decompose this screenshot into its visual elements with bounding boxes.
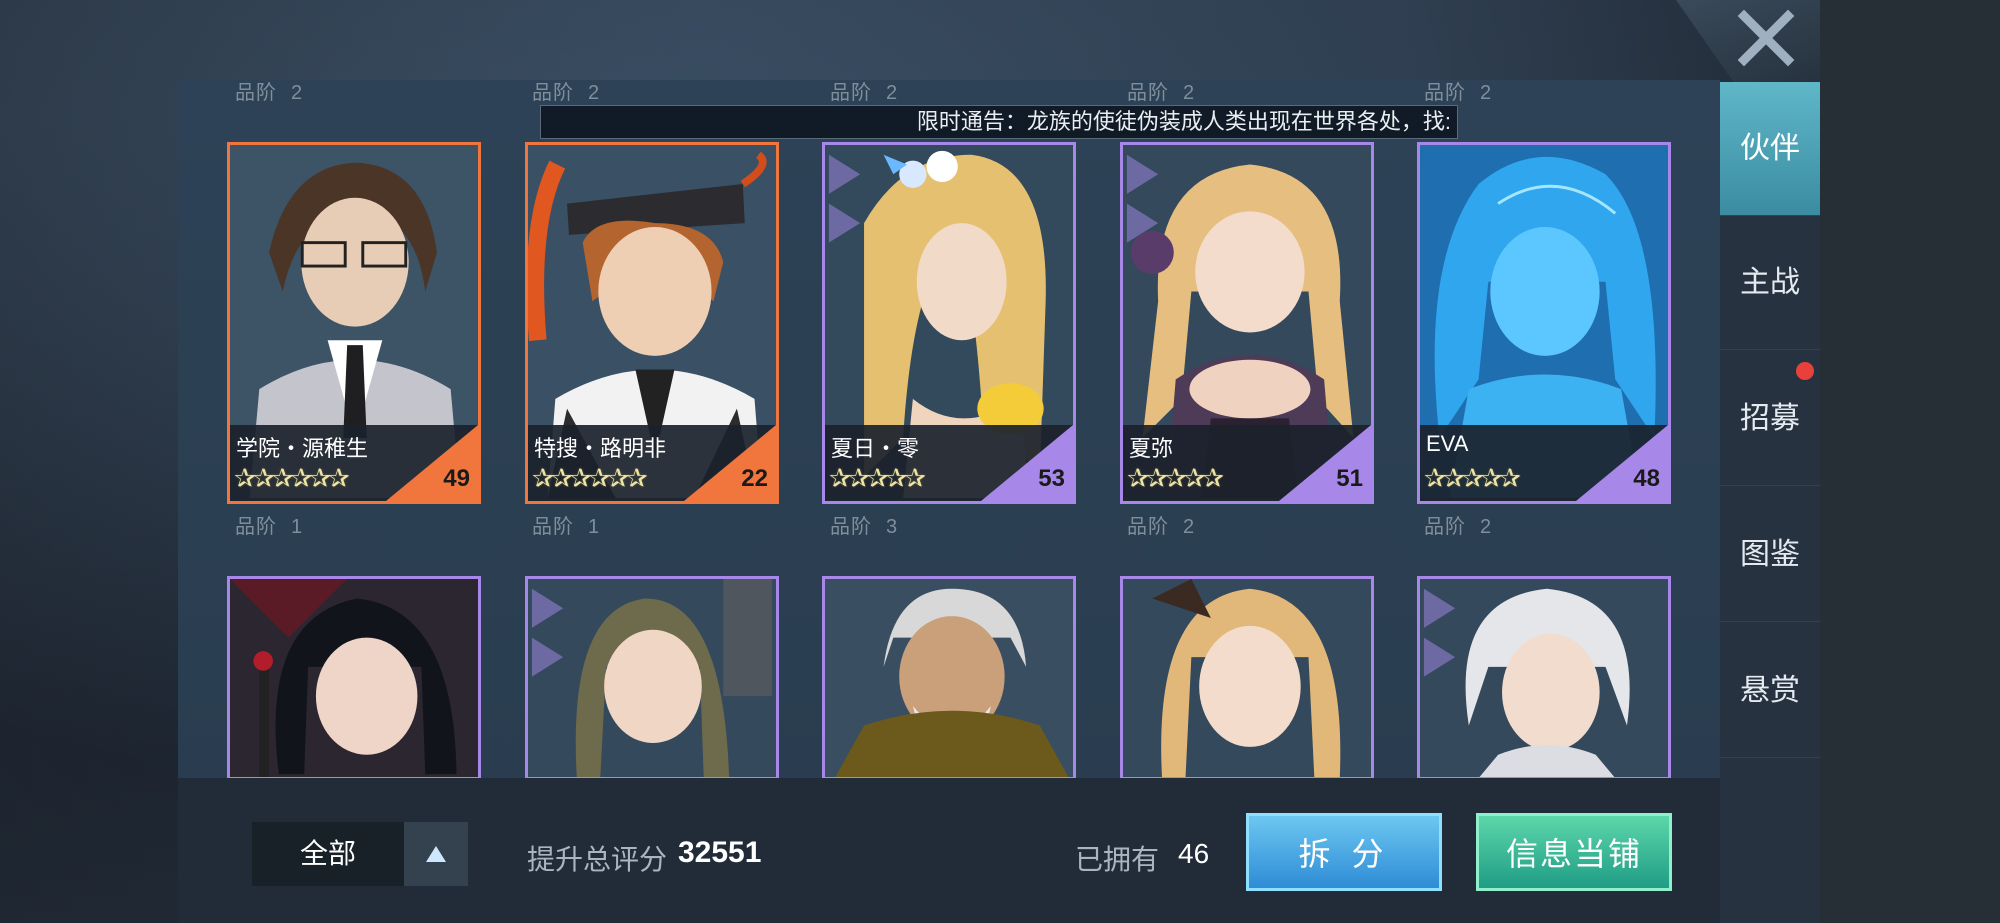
character-name: EVA: [1426, 431, 1469, 456]
level-value: 49: [443, 465, 470, 492]
character-portrait: [528, 579, 776, 777]
star-rating: ✰✰✰✰✰: [829, 463, 926, 493]
character-portrait: [1420, 579, 1668, 777]
notification-dot: [1796, 362, 1814, 380]
tab-main-battle[interactable]: 主战: [1720, 216, 1820, 350]
grade-label: 品阶 2: [1424, 82, 1493, 104]
level-value: 51: [1336, 465, 1363, 492]
tab-partner[interactable]: 伙伴: [1720, 82, 1820, 216]
star-rating: ✰✰✰✰✰✰: [532, 463, 648, 493]
score-label: 提升总评分: [527, 844, 668, 875]
grade-label: 品阶 1: [532, 516, 601, 538]
character-name: 特搜・路明非: [534, 436, 667, 461]
level-value: 53: [1038, 465, 1065, 492]
partner-card[interactable]: 特搜・路明非 ✰✰✰✰✰✰ 22: [525, 142, 779, 504]
star-rating: ✰✰✰✰✰: [1127, 463, 1224, 493]
info-pawnshop-button[interactable]: 信息当铺: [1476, 813, 1672, 891]
triangle-up-icon: [426, 846, 446, 862]
grade-label: 品阶 2: [532, 82, 601, 104]
partner-card[interactable]: 学院・源稚生 ✰✰✰✰✰✰ 49: [227, 142, 481, 504]
grade-label: 品阶 2: [830, 82, 899, 104]
partner-card[interactable]: 夏日・零 ✰✰✰✰✰ 53: [822, 142, 1076, 504]
tab-bounty[interactable]: 悬赏: [1720, 624, 1820, 758]
partner-card[interactable]: [525, 576, 779, 780]
character-name: 夏日・零: [831, 436, 920, 461]
character-portrait: [825, 579, 1073, 777]
partner-card[interactable]: EVA ✰✰✰✰✰ 48: [1417, 142, 1671, 504]
partner-card[interactable]: [1417, 576, 1671, 780]
partner-card[interactable]: [822, 576, 1076, 780]
score-value: 32551: [678, 836, 762, 869]
character-portrait: [230, 579, 478, 777]
filter-select[interactable]: 全部: [252, 822, 404, 886]
announcement-ticker: 限时通告：龙族的使徒伪装成人类出现在世界各处，找:: [540, 105, 1458, 139]
close-icon[interactable]: [1736, 8, 1796, 68]
tab-codex[interactable]: 图鉴: [1720, 488, 1820, 622]
character-name: 夏弥: [1129, 436, 1174, 461]
owned-label: 已拥有: [1075, 844, 1160, 875]
partner-card[interactable]: 夏弥 ✰✰✰✰✰ 51: [1120, 142, 1374, 504]
grade-label: 品阶 1: [235, 516, 304, 538]
grade-label: 品阶 2: [1127, 82, 1196, 104]
partner-card[interactable]: [227, 576, 481, 780]
star-rating: ✰✰✰✰✰✰: [234, 463, 350, 493]
character-portrait: [1123, 579, 1371, 777]
grade-label: 品阶 2: [1424, 516, 1493, 538]
split-button[interactable]: 拆 分: [1246, 813, 1442, 891]
level-value: 22: [741, 465, 768, 492]
right-edge: [1820, 0, 2000, 923]
partner-card[interactable]: [1120, 576, 1374, 780]
level-value: 48: [1633, 465, 1660, 492]
grade-label: 品阶 2: [1127, 516, 1196, 538]
character-name: 学院・源稚生: [236, 436, 369, 461]
owned-value: 46: [1178, 838, 1210, 869]
grade-label: 品阶 3: [830, 516, 899, 538]
grade-label: 品阶 2: [235, 82, 304, 104]
filter-toggle-button[interactable]: [404, 822, 468, 886]
star-rating: ✰✰✰✰✰: [1424, 463, 1521, 493]
